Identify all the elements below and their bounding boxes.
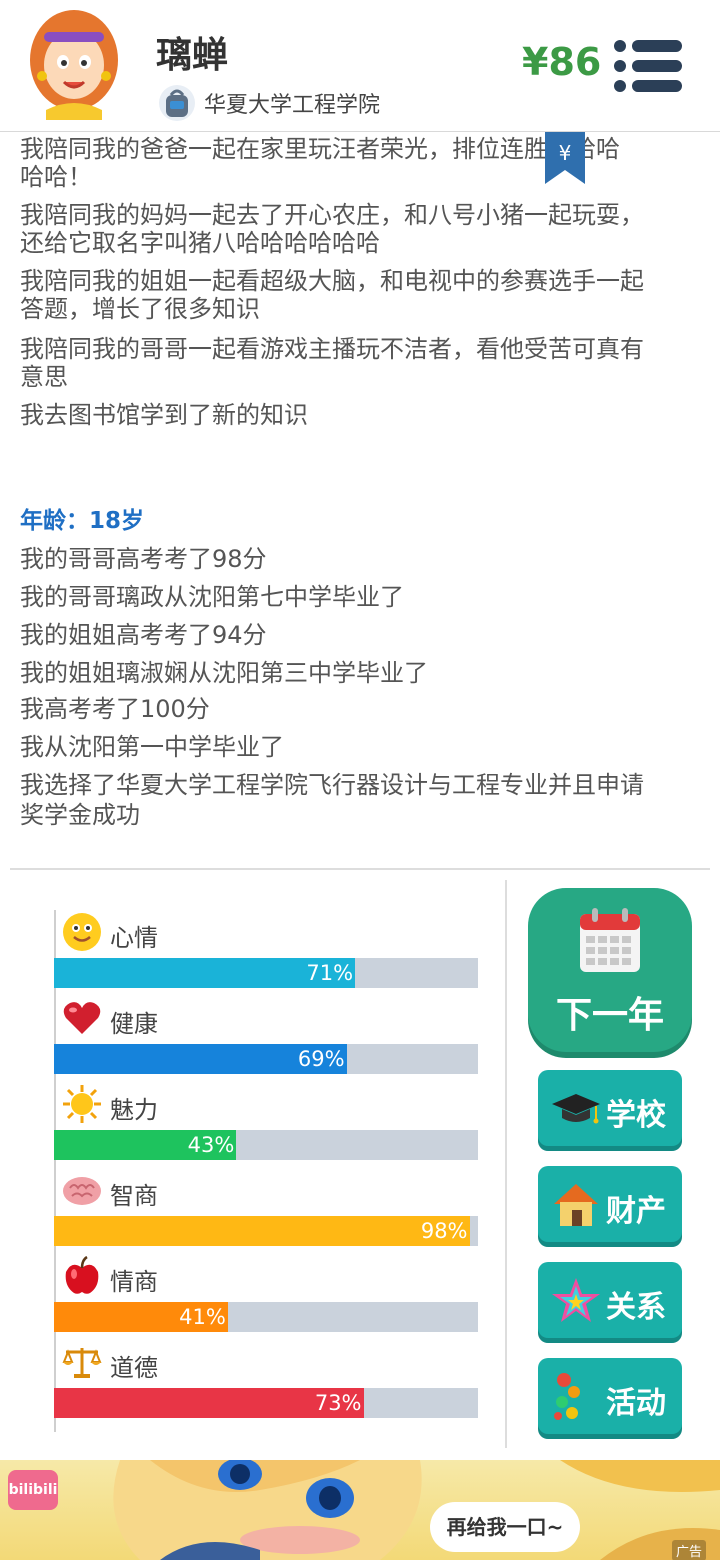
next-year-button[interactable]: 下一年 [528,888,692,1052]
stat-bar-fill: 69% [54,1044,347,1074]
bookmark-icon[interactable]: ¥ [545,132,585,184]
log-line: 我的姐姐高考考了94分 [20,621,267,649]
stat-percent: 71% [306,961,354,985]
log-line: 我去图书馆学到了新的知识 [20,401,308,429]
stat-health: 健康 69% [54,998,478,1084]
ad-speech-bubble: 再给我一口~ [430,1502,580,1552]
smiley-icon [63,913,101,951]
log-line: 我的哥哥高考考了98分 [20,545,267,573]
money-balance: ¥86 [522,40,602,84]
activities-button-label: 活动 [606,1386,666,1421]
stat-iq: 智商 98% [54,1170,478,1256]
stat-bar-fill: 43% [54,1130,237,1160]
life-event-log[interactable]: 我陪同我的爸爸一起在家里玩汪者荣光，排位连胜哈哈哈 哈哈！ 我陪同我的妈妈一起去… [0,132,720,868]
stat-bar-fill: 98% [54,1216,470,1246]
heart-icon [63,1002,101,1034]
ad-bubble-text: 再给我一口~ [446,1515,564,1539]
stat-bar-track: 71% [54,958,478,988]
stat-bar-track: 73% [54,1388,478,1418]
calendar-icon [580,908,640,972]
house-icon [554,1184,598,1226]
stat-percent: 41% [179,1305,226,1329]
next-year-label: 下一年 [555,995,664,1036]
stat-percent: 43% [187,1133,235,1157]
log-line: 意思 [20,363,68,391]
school-button[interactable]: 学校 [538,1070,682,1146]
top-bar: 璃蝉 华夏大学工程学院 ¥86 [0,0,720,132]
attribute-stats-panel: 心情 71% 健康 69% 魅力 43% 智商 98% 情商 41% 道德 73… [0,870,505,1450]
log-line: 哈哈！ [20,163,92,191]
stat-label: 魅力 [110,1096,158,1124]
stat-eq: 情商 41% [54,1256,478,1342]
stat-percent: 98% [420,1219,468,1243]
log-line: 还给它取名字叫猪八哈哈哈哈哈哈 [20,229,380,257]
backpack-icon [159,85,195,121]
stat-bar-track: 69% [54,1044,478,1074]
stat-morality: 道德 73% [54,1342,478,1428]
property-button-label: 财产 [606,1194,666,1229]
stat-percent: 73% [314,1391,362,1415]
log-line: 我从沈阳第一中学毕业了 [20,733,284,761]
stat-bar-track: 98% [54,1216,478,1246]
relations-button[interactable]: 关系 [538,1262,682,1338]
activities-button[interactable]: 活动 [538,1358,682,1434]
brain-icon [63,1177,101,1205]
bookmark-symbol: ¥ [559,141,572,165]
school-name: 华夏大学工程学院 [204,93,381,118]
stat-mood: 心情 71% [54,912,478,998]
player-name: 璃蝉 [156,35,229,76]
star-icon [552,1278,600,1322]
apple-icon [65,1256,99,1294]
stat-bar-fill: 41% [54,1302,228,1332]
stat-charm: 魅力 43% [54,1084,478,1170]
stat-bar-track: 41% [54,1302,478,1332]
stat-bar-fill: 71% [54,958,356,988]
log-line: 答题，增长了很多知识 [20,295,260,323]
relations-button-label: 关系 [606,1290,666,1325]
ad-app-logo: bilibili [8,1470,58,1510]
stat-percent: 69% [297,1047,345,1071]
sun-icon [63,1085,101,1123]
stat-label: 智商 [110,1182,158,1210]
log-line: 奖学金成功 [20,801,140,829]
scales-icon [62,1348,102,1378]
log-line: 我的哥哥璃政从沈阳第七中学毕业了 [20,583,404,611]
panel-divider [505,880,507,1448]
molecule-icon [554,1373,580,1420]
stat-bar-fill: 73% [54,1388,364,1418]
stat-label: 情商 [110,1268,158,1296]
ad-anime-illustration [113,1460,720,1560]
age-heading: 年龄：18岁 [20,508,145,534]
log-line: 我的姐姐璃淑娴从沈阳第三中学毕业了 [20,659,428,687]
graduation-cap-icon [552,1094,600,1124]
stat-bar-track: 43% [54,1130,478,1160]
stat-label: 道德 [110,1354,158,1382]
menu-icon[interactable] [612,36,686,96]
ad-banner[interactable]: bilibili 再给我一口~ [0,1460,720,1560]
log-line: 我选择了华夏大学工程学院飞行器设计与工程专业并且申请 [20,771,644,799]
stat-label: 健康 [110,1010,158,1038]
school-info: 华夏大学工程学院 [158,82,380,124]
stat-label: 心情 [110,924,158,952]
log-line: 我高考考了100分 [20,695,210,723]
ad-label: 广告 [672,1540,707,1560]
school-button-label: 学校 [606,1098,666,1133]
avatar[interactable] [28,10,120,120]
property-button[interactable]: 财产 [538,1166,682,1242]
